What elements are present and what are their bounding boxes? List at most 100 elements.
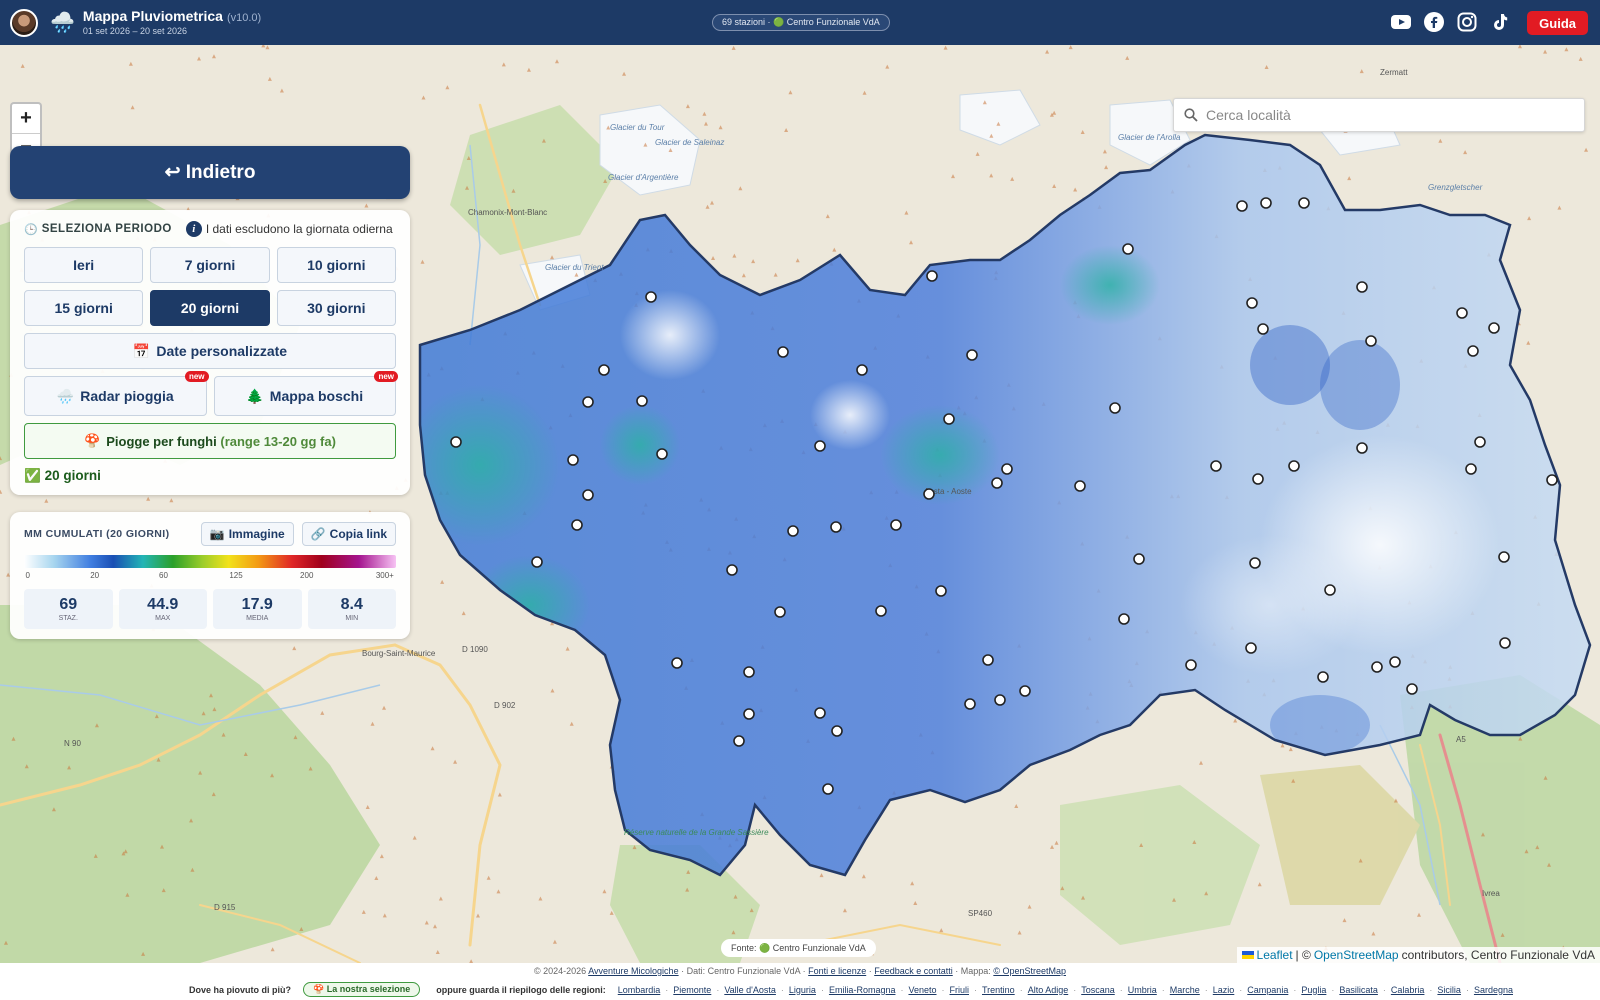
station-marker[interactable] (1019, 685, 1031, 697)
custom-dates-button[interactable]: 📅 Date personalizzate (24, 333, 396, 369)
station-marker[interactable] (787, 525, 799, 537)
period-button-15[interactable]: 15 giorni (24, 290, 144, 326)
nostra-selezione-button[interactable]: 🍄 La nostra selezione (303, 982, 421, 997)
station-marker[interactable] (814, 440, 826, 452)
image-button[interactable]: 📷 Immagine (200, 522, 294, 546)
leaflet-link[interactable]: Leaflet (1257, 948, 1293, 962)
station-marker[interactable] (1260, 197, 1272, 209)
region-link[interactable]: Sardegna (1474, 985, 1513, 995)
region-link[interactable]: Liguria (789, 985, 816, 995)
station-marker[interactable] (926, 270, 938, 282)
info-icon[interactable]: i (185, 221, 202, 237)
region-link[interactable]: Basilicata (1339, 985, 1378, 995)
station-marker[interactable] (1118, 613, 1130, 625)
region-link[interactable]: Alto Adige (1028, 985, 1069, 995)
boschi-button[interactable]: 🌲 Mappa boschi new (213, 371, 398, 416)
region-link[interactable]: Marche (1170, 985, 1200, 995)
station-marker[interactable] (856, 364, 868, 376)
station-marker[interactable] (743, 708, 755, 720)
feedback-link[interactable]: Feedback e contatti (874, 966, 953, 976)
back-button[interactable]: ↩ Indietro (10, 146, 410, 199)
facebook-icon[interactable] (1424, 12, 1444, 32)
station-marker[interactable] (1317, 671, 1329, 683)
station-marker[interactable] (1474, 436, 1486, 448)
station-marker[interactable] (1499, 637, 1511, 649)
station-marker[interactable] (450, 436, 462, 448)
station-marker[interactable] (1465, 463, 1477, 475)
region-link[interactable]: Toscana (1081, 985, 1115, 995)
station-marker[interactable] (531, 556, 543, 568)
region-link[interactable]: Emilia-Romagna (829, 985, 896, 995)
station-marker[interactable] (1245, 642, 1257, 654)
station-marker[interactable] (814, 707, 826, 719)
osm-link[interactable]: OpenStreetMap (1314, 948, 1399, 962)
avventure-link[interactable]: Avventure Micologiche (588, 966, 678, 976)
period-button-30[interactable]: 30 giorni (276, 290, 396, 326)
station-marker[interactable] (1356, 281, 1368, 293)
region-link[interactable]: Sicilia (1437, 985, 1461, 995)
region-link[interactable]: Friuli (950, 985, 970, 995)
station-marker[interactable] (1298, 197, 1310, 209)
station-marker[interactable] (656, 448, 668, 460)
period-button-7[interactable]: 7 giorni (150, 247, 270, 283)
avatar[interactable] (10, 8, 38, 37)
station-marker[interactable] (636, 395, 648, 407)
footer-osm-link[interactable]: © OpenStreetMap (993, 966, 1066, 976)
station-marker[interactable] (1456, 307, 1468, 319)
station-marker[interactable] (831, 725, 843, 737)
funghi-button[interactable]: 🍄 Piogge per funghi (range 13-20 gg fa) (24, 423, 396, 459)
station-marker[interactable] (964, 698, 976, 710)
period-button-10[interactable]: 10 giorni (276, 247, 396, 283)
station-marker[interactable] (582, 396, 594, 408)
station-marker[interactable] (1365, 335, 1377, 347)
region-link[interactable]: Puglia (1301, 985, 1326, 995)
station-marker[interactable] (994, 694, 1006, 706)
period-button-20[interactable]: 20 giorni (150, 290, 270, 326)
station-marker[interactable] (726, 564, 738, 576)
station-marker[interactable] (1324, 584, 1336, 596)
copy-link-button[interactable]: 🔗 Copia link (301, 522, 396, 546)
station-marker[interactable] (1133, 553, 1145, 565)
station-marker[interactable] (1185, 659, 1197, 671)
station-marker[interactable] (777, 346, 789, 358)
station-marker[interactable] (1252, 473, 1264, 485)
station-marker[interactable] (1109, 402, 1121, 414)
station-marker[interactable] (1257, 323, 1269, 335)
region-link[interactable]: Umbria (1128, 985, 1157, 995)
guide-button[interactable]: Guida (1527, 11, 1588, 35)
region-link[interactable]: Piemonte (673, 985, 711, 995)
station-marker[interactable] (571, 519, 583, 531)
station-marker[interactable] (935, 585, 947, 597)
station-marker[interactable] (1074, 480, 1086, 492)
youtube-icon[interactable] (1391, 12, 1411, 32)
station-marker[interactable] (1246, 297, 1258, 309)
station-marker[interactable] (1498, 551, 1510, 563)
station-marker[interactable] (1371, 661, 1383, 673)
station-marker[interactable] (943, 413, 955, 425)
station-marker[interactable] (991, 477, 1003, 489)
station-marker[interactable] (875, 605, 887, 617)
instagram-icon[interactable] (1457, 12, 1477, 32)
station-marker[interactable] (1406, 683, 1418, 695)
station-marker[interactable] (1356, 442, 1368, 454)
station-marker[interactable] (982, 654, 994, 666)
station-marker[interactable] (1488, 322, 1500, 334)
region-link[interactable]: Valle d'Aosta (724, 985, 776, 995)
station-marker[interactable] (743, 666, 755, 678)
fonti-link[interactable]: Fonti e licenze (808, 966, 866, 976)
station-marker[interactable] (1389, 656, 1401, 668)
search-input[interactable] (1206, 107, 1566, 123)
station-marker[interactable] (733, 735, 745, 747)
station-marker[interactable] (1001, 463, 1013, 475)
station-marker[interactable] (598, 364, 610, 376)
station-marker[interactable] (582, 489, 594, 501)
radar-button[interactable]: 🌧️ Radar pioggia new (24, 371, 209, 416)
station-marker[interactable] (1236, 200, 1248, 212)
station-marker[interactable] (774, 606, 786, 618)
station-marker[interactable] (645, 291, 657, 303)
region-link[interactable]: Campania (1247, 985, 1288, 995)
station-marker[interactable] (923, 488, 935, 500)
station-marker[interactable] (830, 521, 842, 533)
region-link[interactable]: Veneto (908, 985, 936, 995)
region-link[interactable]: Trentino (982, 985, 1015, 995)
